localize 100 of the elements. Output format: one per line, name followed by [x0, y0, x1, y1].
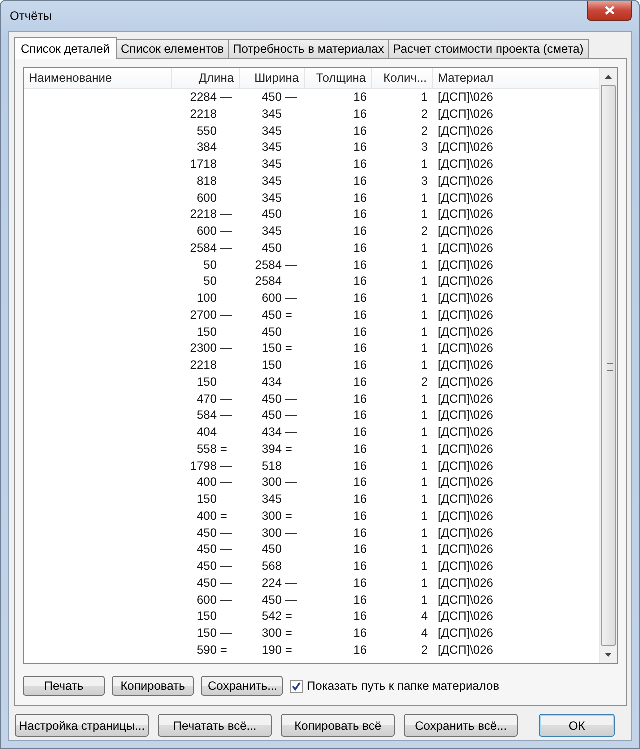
tab[interactable]: Список деталей: [14, 37, 117, 59]
table-cell-text: [ДСП]\026: [437, 139, 494, 156]
table-cell-text: 16: [352, 508, 368, 524]
table-cell-text: [ДСП]\026: [437, 541, 494, 558]
action-button[interactable]: Копировать: [112, 676, 194, 696]
ok-button[interactable]: ОК: [539, 714, 616, 737]
table-cell-text: 400 =: [196, 508, 228, 524]
table-cell-text: 345: [260, 223, 283, 240]
column-header[interactable]: Наименование: [24, 68, 172, 89]
action-button[interactable]: Копировать всё: [281, 714, 396, 737]
column-header[interactable]: Толщина: [305, 68, 372, 89]
table-cell-text: 600 —: [196, 592, 234, 608]
table-cell-text: 2584 —: [254, 256, 298, 274]
table-cell-text: 16: [352, 106, 368, 122]
table-cell-text: 550: [196, 122, 218, 140]
table-cell-text: 450: [260, 541, 283, 558]
table-cell-text: 542 =: [260, 608, 294, 625]
table-cell-text: 1: [420, 390, 429, 408]
table-cell-text: [ДСП]\026: [437, 256, 494, 274]
table-cell-text: [ДСП]\026: [437, 122, 494, 140]
tab[interactable]: Потребность в материалах: [228, 39, 390, 58]
table-cell-text: 1: [420, 541, 429, 558]
action-button[interactable]: Сохранить всё...: [404, 714, 518, 737]
table-cell-text: 2218 —: [189, 206, 234, 223]
column-header[interactable]: Ширина: [240, 68, 305, 89]
table-cell-text: 1718: [189, 156, 218, 173]
table-cell-text: 2218: [189, 357, 218, 374]
table-cell-text: 450 —: [260, 407, 298, 424]
table-cell-text: [ДСП]\026: [437, 340, 494, 357]
table-cell-text: 16: [352, 558, 368, 575]
table-cell-text: 16: [352, 290, 368, 307]
table-cell-text: 1: [420, 524, 429, 542]
table-cell-text: [ДСП]\026: [437, 592, 494, 608]
table-cell-text: 584 —: [196, 407, 234, 424]
table-cell-text: 2: [420, 223, 429, 240]
table-cell-text: 2218: [189, 106, 218, 122]
table-cell-text: 190 =: [260, 642, 294, 658]
table-cell-text: 2584 —: [189, 240, 234, 256]
table-cell-text: [ДСП]\026: [437, 407, 494, 424]
table-cell-text: 50: [202, 273, 218, 290]
table-cell-text: 1: [420, 474, 429, 491]
table-cell-text: 450: [260, 324, 283, 340]
table-cell-text: 150: [196, 608, 218, 625]
table-cell-text: [ДСП]\026: [437, 625, 494, 642]
table-cell-text: 16: [352, 206, 368, 223]
table-cell-text: 404: [196, 424, 218, 441]
tab[interactable]: Расчет стоимости проекта (смета): [388, 39, 589, 58]
table-cell-text: 1: [420, 357, 429, 374]
table-cell-text: 1: [420, 156, 429, 173]
table-cell-text: [ДСП]\026: [437, 273, 494, 290]
table-cell-text: 345: [260, 172, 283, 190]
table-cell-text: [ДСП]\026: [437, 223, 494, 240]
table-cell-text: 300 =: [260, 625, 294, 642]
scroll-up-icon[interactable]: [605, 74, 612, 78]
scrollbar[interactable]: [599, 68, 617, 663]
table-cell-text: [ДСП]\026: [437, 89, 494, 106]
table-cell-text: 16: [352, 156, 368, 173]
table-cell-text: 2284 —: [189, 89, 234, 106]
table-cell-text: 150: [196, 491, 218, 508]
table-cell-text: [ДСП]\026: [437, 190, 494, 206]
column-header[interactable]: Колич...: [372, 68, 433, 89]
table-cell-text: 3: [420, 172, 429, 190]
table-cell-text: [ДСП]\026: [437, 306, 494, 324]
action-button[interactable]: Печать: [23, 676, 105, 696]
checkbox-label[interactable]: Показать путь к папке материалов: [307, 679, 500, 693]
table-cell-text: 1: [420, 89, 429, 106]
table-cell-text: 394 =: [260, 440, 294, 458]
tab[interactable]: Список елементов: [116, 39, 230, 58]
table-cell-text: 345: [260, 156, 283, 173]
table-cell-text: [ДСП]\026: [437, 424, 494, 441]
scroll-down-icon[interactable]: [605, 652, 612, 656]
table-cell-text: 1: [420, 440, 429, 458]
action-button[interactable]: Настройка страницы...: [15, 714, 150, 737]
table-cell-text: 1: [420, 240, 429, 256]
table-cell-text: 16: [352, 139, 368, 156]
checkbox[interactable]: [290, 680, 303, 692]
table-cell-text: 1: [420, 424, 429, 441]
table-cell-text: 450 =: [260, 306, 294, 324]
table-cell-text: 1: [420, 340, 429, 357]
table-cell-text: 1: [420, 290, 429, 307]
table-cell-text: 1798 —: [189, 458, 234, 474]
table-cell-text: 16: [352, 172, 368, 190]
table-cell-text: 16: [352, 642, 368, 658]
table-cell-text: 16: [352, 190, 368, 206]
table-cell-text: 2700 —: [189, 306, 234, 324]
table-cell-text: 16: [352, 458, 368, 474]
close-button[interactable]: [587, 1, 632, 21]
table-cell-text: 518: [260, 458, 283, 474]
table-cell-text: 16: [352, 625, 368, 642]
table-cell-text: 345: [260, 106, 283, 122]
action-button[interactable]: Сохранить...: [201, 676, 283, 696]
column-header[interactable]: Длина: [172, 68, 240, 89]
table-cell-text: 16: [352, 574, 368, 592]
table-cell-text: 450 —: [260, 390, 298, 408]
table-cell-text: 224 —: [260, 574, 298, 592]
table-cell-text: 600 —: [260, 290, 298, 307]
table-cell-text: 300 —: [260, 524, 298, 542]
table-cell-text: 16: [352, 390, 368, 408]
table-cell-text: 345: [260, 139, 283, 156]
action-button[interactable]: Печатать всё...: [158, 714, 272, 737]
